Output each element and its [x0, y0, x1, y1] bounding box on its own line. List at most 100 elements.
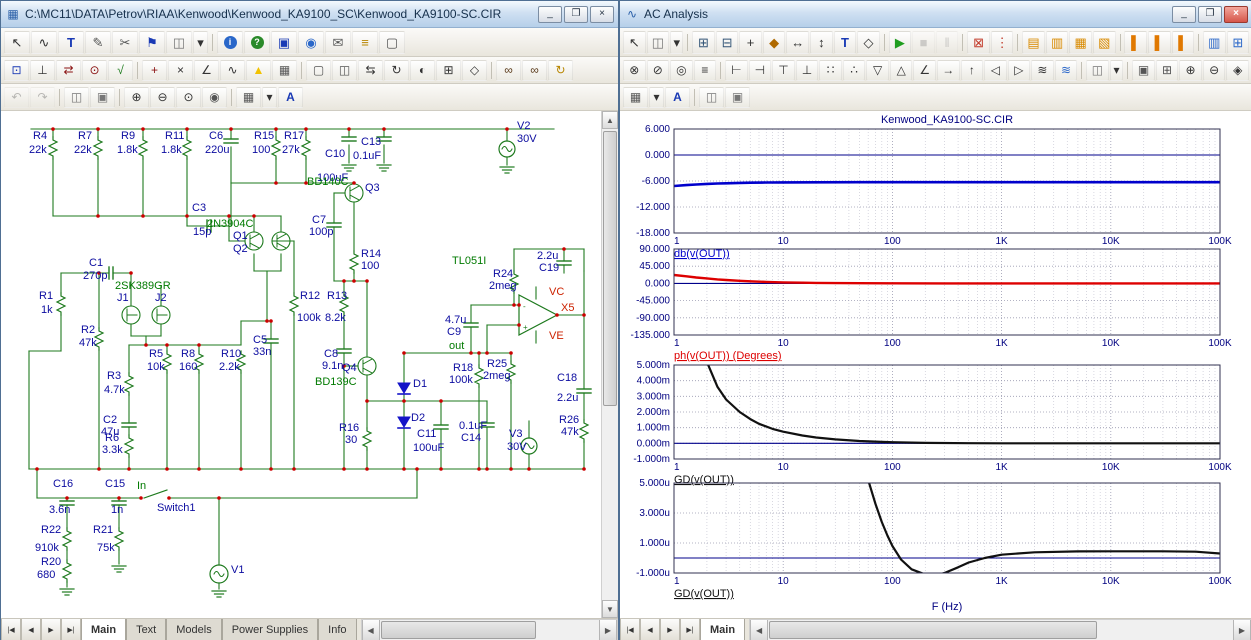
component-label[interactable]: C1 — [89, 257, 103, 269]
component-label[interactable]: BD140C — [307, 176, 349, 188]
tab-main[interactable]: Main — [81, 619, 126, 640]
tab-info[interactable]: Info — [318, 619, 356, 640]
clipboard-icon[interactable]: ◫ — [166, 31, 192, 54]
component-label[interactable]: J2 — [155, 292, 167, 304]
stepping-icon[interactable]: ⋮ — [991, 31, 1014, 54]
trace-ph-v-OUT-[interactable] — [674, 275, 1220, 283]
cross-wire-icon[interactable]: × — [168, 60, 193, 81]
slope-tool-icon[interactable]: ∠ — [913, 60, 936, 81]
component-label[interactable]: 220u — [205, 144, 229, 156]
text-tool-icon[interactable]: T — [58, 31, 84, 54]
watch-icon[interactable]: ▥ — [1046, 31, 1069, 54]
numeric-output-icon[interactable]: ▥ — [1203, 31, 1226, 54]
warning-triangle-icon[interactable]: ▲ — [246, 60, 271, 81]
schematic-titlebar[interactable]: ▦ C:\MC11\DATA\Petrov\RIAA\Kenwood\Kenwo… — [1, 1, 618, 28]
pan-icon[interactable]: ◈ — [1226, 60, 1249, 81]
component-label[interactable]: 100k — [297, 312, 321, 324]
mail-icon[interactable]: ✉ — [325, 31, 351, 54]
scroll-right-button[interactable]: ▶ — [599, 620, 617, 640]
scroll-thumb[interactable] — [381, 621, 537, 639]
globe-icon[interactable]: ◉ — [298, 31, 324, 54]
component-label[interactable]: R21 — [93, 524, 113, 536]
tag-vertical-icon[interactable]: ↕ — [810, 31, 833, 54]
scroll-thumb[interactable] — [603, 131, 617, 406]
component-label[interactable]: VE — [549, 330, 564, 342]
pages-icon[interactable]: ▣ — [1132, 60, 1155, 81]
component-label[interactable]: 2.2k — [219, 361, 240, 373]
find-next-icon[interactable]: ∞ — [522, 60, 547, 81]
node-voltages-icon[interactable]: ⊥ — [30, 60, 55, 81]
copy-dropdown-icon[interactable]: ▾ — [1110, 60, 1124, 81]
component-label[interactable]: R1 — [39, 290, 53, 302]
tab-models[interactable]: Models — [166, 619, 221, 640]
three-d-windows-icon[interactable]: ⊞ — [1227, 31, 1250, 54]
refresh-icon[interactable]: ↻ — [548, 60, 573, 81]
component-label[interactable]: R7 — [78, 130, 92, 142]
scroll-up-button[interactable]: ▲ — [602, 111, 618, 129]
mirror-icon[interactable]: ◐ — [410, 60, 435, 81]
component-label[interactable]: C16 — [53, 478, 73, 490]
text-mode-icon[interactable]: T — [834, 31, 857, 54]
scroll-track[interactable] — [602, 129, 618, 600]
x-axis-icon[interactable]: ⊢ — [725, 60, 748, 81]
component-label[interactable]: R20 — [41, 556, 61, 568]
component-label[interactable]: 30V — [507, 441, 527, 453]
component-label[interactable]: R26 — [559, 414, 579, 426]
component-label[interactable]: 1.8k — [161, 144, 182, 156]
cut-tool-icon[interactable]: ✂ — [112, 31, 138, 54]
component-label[interactable]: 2meg — [489, 280, 517, 292]
scroll-left-button[interactable]: ◀ — [362, 620, 380, 640]
tag-horizontal-icon[interactable]: ↔ — [786, 31, 809, 54]
component-label[interactable]: R4 — [33, 130, 47, 142]
dropdown-arrow-icon[interactable]: ▾ — [670, 31, 683, 54]
component-label[interactable]: 30V — [517, 133, 537, 145]
component-label[interactable]: Q4 — [342, 362, 357, 374]
auto-scale-icon[interactable]: ◎ — [670, 60, 693, 81]
page-add-icon[interactable]: ▢ — [306, 60, 331, 81]
zoom-off-icon[interactable]: ⊘ — [647, 60, 670, 81]
component-label[interactable]: V1 — [231, 564, 244, 576]
minimize-button[interactable]: _ — [1172, 6, 1196, 23]
component-label[interactable]: 30 — [345, 434, 357, 446]
camera-icon[interactable]: ◉ — [202, 87, 227, 108]
paste-icon[interactable]: ▣ — [725, 87, 750, 108]
component-label[interactable]: R14 — [361, 248, 381, 260]
component-label[interactable]: 1n — [111, 504, 123, 516]
overlay-icon[interactable]: ≋ — [1031, 60, 1054, 81]
go-to-x-icon[interactable]: → — [937, 60, 960, 81]
component-label[interactable]: V2 — [517, 120, 530, 132]
waterfall-icon[interactable]: ≋ — [1055, 60, 1078, 81]
zoom-out-icon[interactable]: ⊖ — [150, 87, 175, 108]
plot-area[interactable]: Kenwood_KA9100-SC.CIR6.0000.000-6.000-12… — [620, 111, 1251, 618]
component-label[interactable]: BD139C — [315, 376, 357, 388]
component-label[interactable]: 100 — [361, 260, 379, 272]
tag-point-icon[interactable]: ◆ — [763, 31, 786, 54]
pause-icon[interactable]: ‖ — [936, 31, 959, 54]
find-icon[interactable]: ∞ — [496, 60, 521, 81]
component-label[interactable]: 160 — [179, 361, 197, 373]
component-label[interactable]: R10 — [221, 348, 241, 360]
scroll-track[interactable] — [768, 620, 1233, 640]
delete-scope-icon[interactable]: ⊟ — [716, 31, 739, 54]
run-icon[interactable]: ▶ — [889, 31, 912, 54]
component-label[interactable]: C11 — [417, 428, 436, 440]
select-cursor-icon[interactable]: ↖ — [4, 31, 30, 54]
node-numbers-icon[interactable]: ⊡ — [4, 60, 29, 81]
grid-dropdown-icon[interactable]: ▾ — [649, 87, 664, 108]
tab-nav-3[interactable]: ▶| — [680, 619, 700, 640]
component-label[interactable]: R5 — [149, 348, 163, 360]
component-label[interactable]: R3 — [107, 370, 121, 382]
copy-icon[interactable]: ◫ — [699, 87, 724, 108]
log-x-icon[interactable]: ⊤ — [772, 60, 795, 81]
monitor-icon[interactable]: ▣ — [271, 31, 297, 54]
undo-icon[interactable]: ↶ — [4, 87, 29, 108]
component-label[interactable]: C5 — [253, 334, 267, 346]
zoom-out-icon[interactable]: ⊖ — [1203, 60, 1226, 81]
shape-icon[interactable]: ◇ — [462, 60, 487, 81]
scroll-right-button[interactable]: ▶ — [1233, 620, 1251, 640]
component-label[interactable]: 2.2u — [537, 250, 558, 262]
copy-icon[interactable]: ◫ — [64, 87, 89, 108]
grid-snap-icon[interactable]: ▦ — [236, 87, 261, 108]
trace-GD-v-OUT-[interactable] — [674, 111, 1220, 443]
restore-button[interactable]: ❐ — [564, 6, 588, 23]
